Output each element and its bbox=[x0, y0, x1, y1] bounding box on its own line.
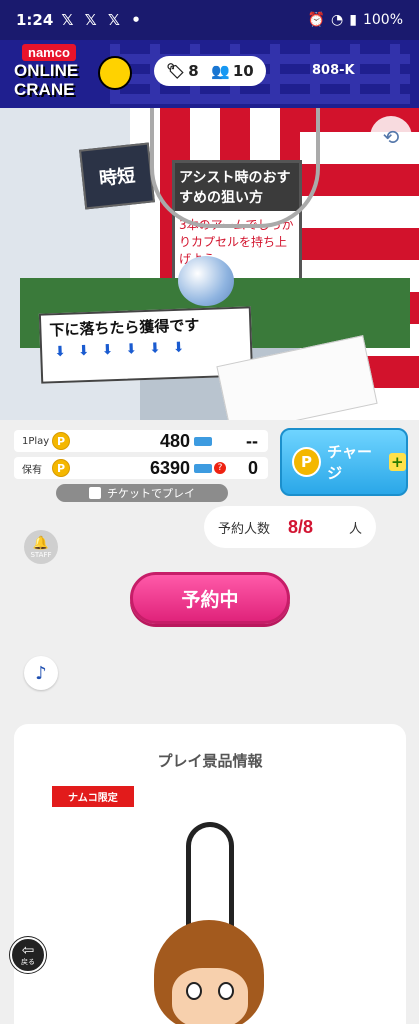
bell-icon: 🔔 bbox=[32, 535, 50, 551]
alarm-icon: ⏰ bbox=[307, 12, 326, 28]
help-icon[interactable]: ? bbox=[214, 462, 226, 474]
crane-video: 時短 アシスト時のおすすめの狙い方 3本のアームでしっかりカプセルを持ち上げよう… bbox=[0, 108, 419, 420]
back-button[interactable]: ⇦ 戻る bbox=[10, 937, 46, 973]
ticket-checkbox[interactable] bbox=[89, 487, 101, 499]
staff-label: STAFF bbox=[30, 550, 52, 559]
ticket-balance: 0 bbox=[247, 457, 258, 478]
play-cost-value: 480 bbox=[159, 430, 190, 451]
signal-icon: ▮ bbox=[349, 12, 357, 28]
logo-line2: CRANE bbox=[14, 80, 75, 99]
plus-icon: + bbox=[388, 453, 406, 471]
ticket-play-label: チケットでプレイ bbox=[107, 487, 195, 500]
ticket-viewer-pill: 🏷 8 👥 10 bbox=[154, 56, 266, 86]
ticket-icon bbox=[194, 436, 212, 446]
camera-switch-icon: ⟲ bbox=[382, 125, 400, 149]
coin-icon: P bbox=[52, 432, 70, 450]
prize-info-title: プレイ景品情報 bbox=[157, 752, 263, 770]
battery-text: 100% bbox=[362, 12, 403, 28]
users-icon: 👥 bbox=[211, 62, 230, 80]
prize-strap bbox=[186, 822, 234, 932]
ticket-icon bbox=[194, 463, 212, 473]
staff-call-button[interactable]: 🔔 STAFF bbox=[24, 530, 58, 564]
reserved-button[interactable]: 予約中 bbox=[130, 572, 290, 624]
coin-icon: P bbox=[52, 459, 70, 477]
notification-icons: 𝕏 𝕏 𝕏 • bbox=[61, 11, 144, 29]
clock: 1:24 bbox=[16, 11, 54, 29]
back-arrow-icon: ⇦ bbox=[21, 941, 35, 959]
viewer-count: 👥 10 bbox=[211, 62, 254, 80]
crane-arms bbox=[150, 108, 320, 228]
ticket-count: 🏷 8 bbox=[166, 62, 199, 80]
machine-id: 808-K bbox=[312, 63, 355, 78]
back-label: 戻る bbox=[21, 958, 35, 966]
play-cost-row: 1Play P 480 -- bbox=[14, 430, 268, 452]
exclusive-badge: ナムコ限定 bbox=[52, 786, 134, 807]
system-indicators: ⏰ ◔ ▮ 100% bbox=[308, 12, 403, 28]
status-bar: 1:24 𝕏 𝕏 𝕏 • ⏰ ◔ ▮ 100% bbox=[0, 0, 419, 40]
mascot-icon bbox=[98, 56, 132, 90]
ticket-icon: 🏷 bbox=[166, 62, 186, 80]
logo-line1: ONLINE bbox=[14, 61, 79, 80]
charge-label: チャージ bbox=[327, 443, 372, 482]
reservation-unit: 人 bbox=[348, 521, 362, 537]
logo-brand: namco bbox=[22, 44, 76, 61]
camera-switch-button[interactable]: ⟲ bbox=[370, 116, 412, 158]
reservation-value: 8/8 bbox=[288, 516, 314, 537]
balance-label: 保有 bbox=[22, 464, 42, 476]
ticket-play-toggle[interactable]: チケットでプレイ bbox=[56, 484, 228, 502]
wifi-icon: ◔ bbox=[331, 12, 344, 28]
coin-icon: P bbox=[292, 447, 322, 477]
app-logo[interactable]: namco ONLINE CRANE bbox=[14, 44, 132, 104]
reservation-label: 予約人数 bbox=[218, 521, 271, 537]
play-cost-tickets: -- bbox=[246, 430, 258, 451]
music-toggle-button[interactable]: ♪ bbox=[24, 656, 58, 690]
short-time-sign: 時短 bbox=[79, 142, 155, 210]
capsule bbox=[178, 256, 234, 306]
play-cost-label: 1Play bbox=[22, 435, 50, 447]
music-note-icon: ♪ bbox=[35, 662, 47, 684]
balance-row: 保有 P 6390 ? 0 bbox=[14, 457, 268, 479]
reservation-count: 予約人数 8/8 人 bbox=[204, 506, 376, 548]
charge-button[interactable]: P チャージ + bbox=[280, 428, 408, 496]
prize-info-card: プレイ景品情報 ナムコ限定 bbox=[14, 724, 406, 1024]
balance-value: 6390 bbox=[149, 457, 190, 478]
